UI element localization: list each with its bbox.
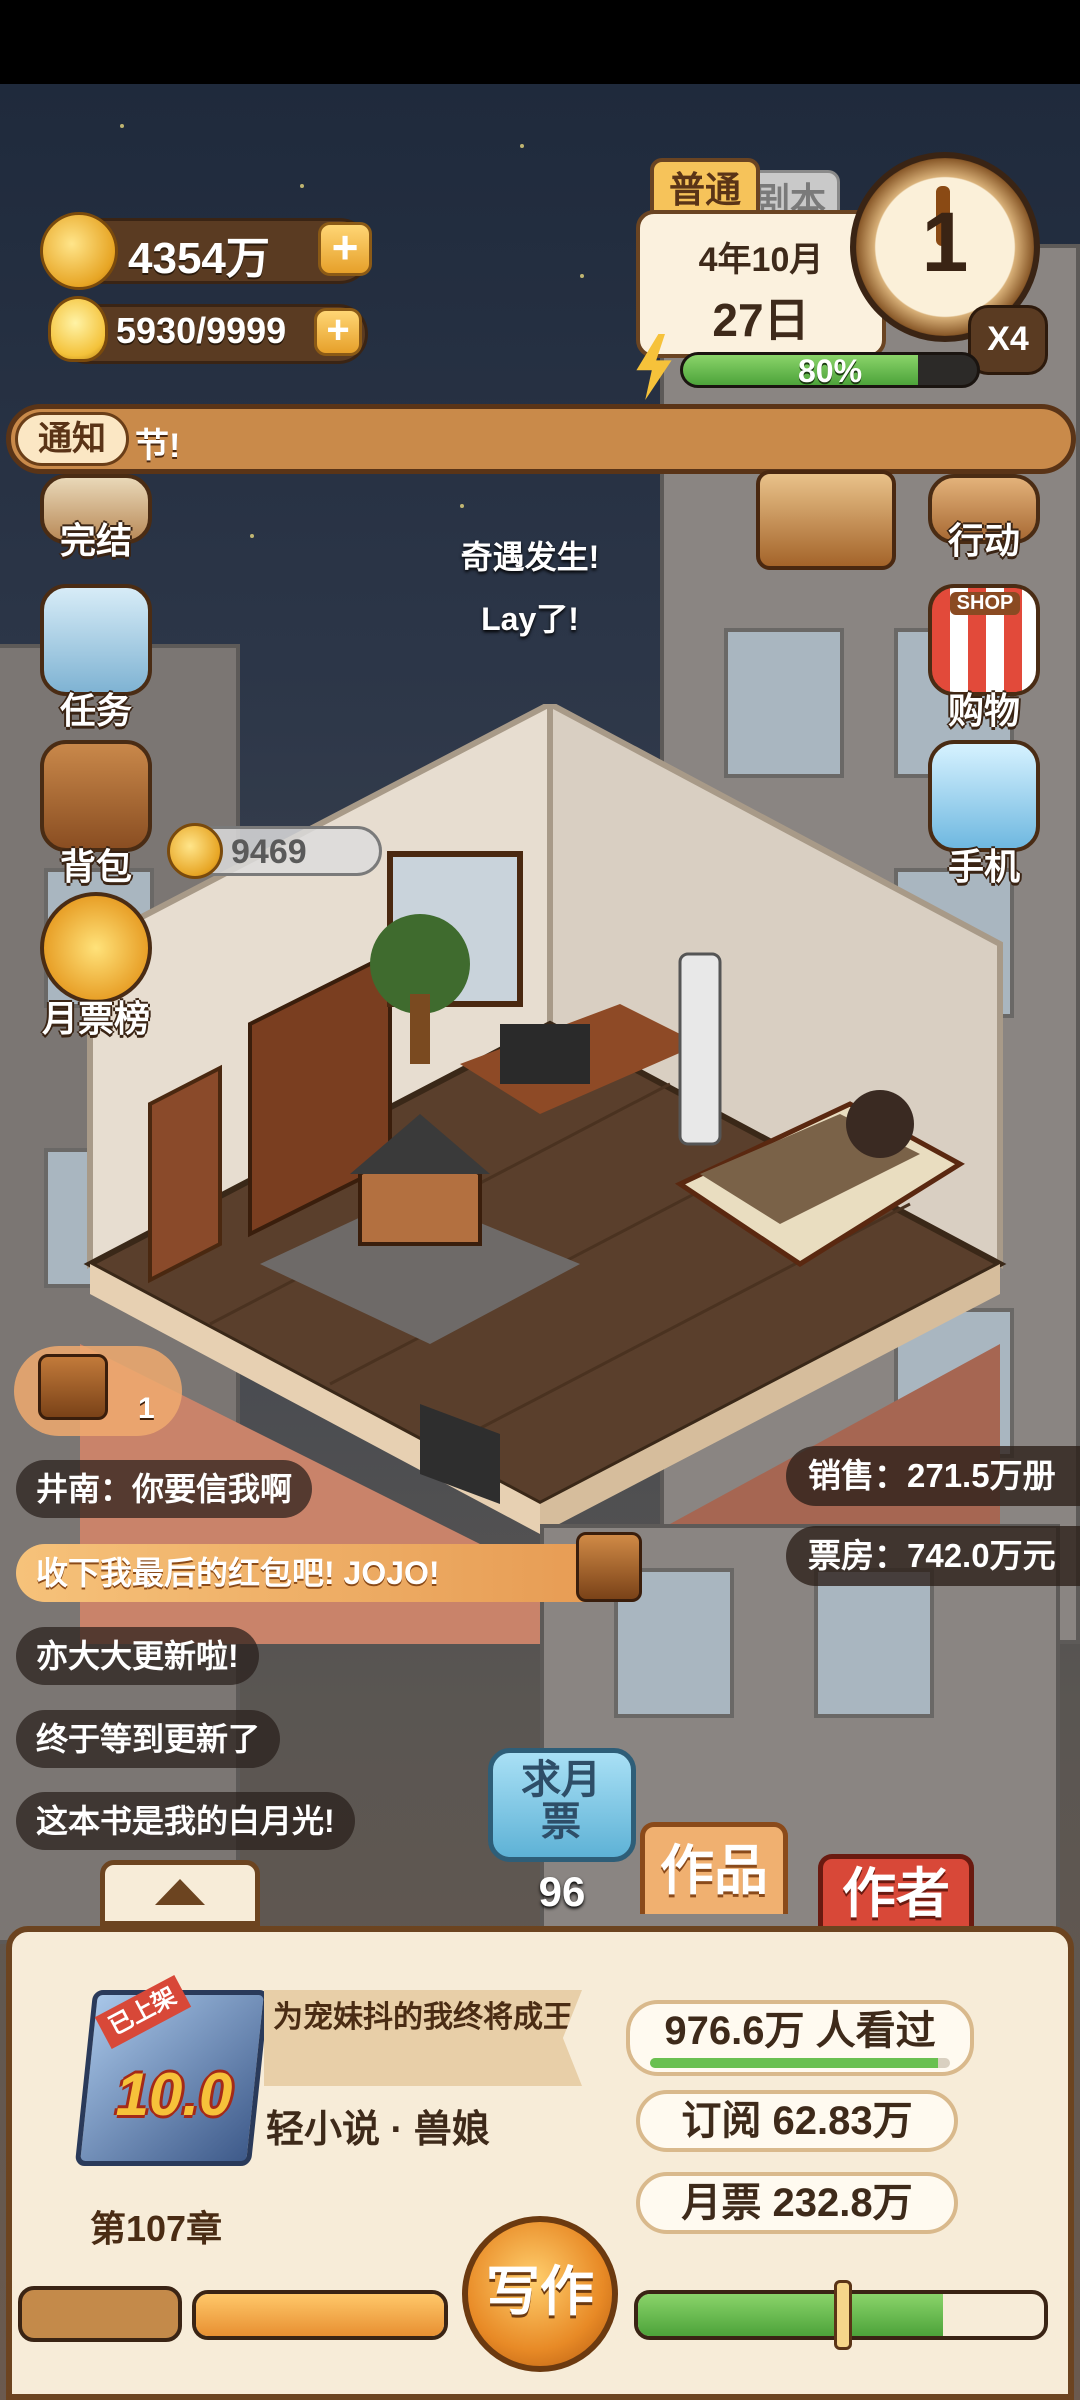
request-ticket-label: 求月票	[521, 1758, 601, 1844]
monthly-ranking-label: 月票榜	[41, 998, 150, 1039]
monthly-tickets-stat: 月票 232.8万	[636, 2172, 958, 2234]
tasks-label: 任务	[59, 690, 132, 731]
backpack-button[interactable]: 背包	[26, 740, 166, 890]
monthly-ticket-medal-icon	[40, 892, 152, 1004]
book-title: 为宠妹抖的我终将成王	[264, 1990, 582, 2086]
chat-message: 终于等到更新了	[16, 1710, 281, 1768]
request-ticket-button[interactable]: 求月票	[488, 1748, 636, 1862]
energy-progress-bar: 80%	[680, 352, 980, 388]
finished-button[interactable]: 完结	[26, 414, 166, 564]
book-rating: 10.0	[115, 2061, 233, 2128]
date-panel: 4年10月 27日	[636, 210, 886, 358]
writing-progress-fill	[196, 2294, 444, 2336]
clock-number: 1	[921, 195, 969, 289]
tab-author[interactable]: 作者	[818, 1854, 974, 1926]
action-button[interactable]: 行动	[914, 414, 1054, 564]
backpack-label: 背包	[59, 846, 132, 887]
current-month: 4年10月	[698, 241, 824, 279]
event-title: 奇遇发生!	[460, 539, 600, 575]
write-button[interactable]: 写作	[462, 2216, 618, 2372]
finished-label: 完结	[59, 520, 132, 561]
subscriptions-stat: 订阅 62.83万	[636, 2090, 958, 2152]
chevron-up-icon	[155, 1879, 205, 1905]
treasure-chest-badge[interactable]: 1	[14, 1346, 182, 1436]
backpack-coin-count: 9469	[231, 833, 307, 871]
energy-percent-label: 80%	[797, 353, 863, 388]
tab-works[interactable]: 作品	[640, 1822, 788, 1914]
task-clipboard-icon	[40, 584, 152, 696]
event-subtitle: Lay了!	[481, 601, 579, 637]
current-day: 27日	[712, 294, 810, 346]
monthly-ranking-button[interactable]: 月票榜	[26, 892, 166, 1042]
phone-label: 手机	[947, 846, 1020, 887]
ticket-count: 96	[538, 1868, 586, 1915]
chat-message-red-packet[interactable]: 收下我最后的红包吧! JOJO!	[16, 1544, 624, 1602]
tasks-button[interactable]: 任务	[26, 584, 166, 734]
shop-label: 购物	[947, 690, 1020, 731]
readers-stat: 976.6万 人看过	[626, 2000, 974, 2076]
add-gold-button[interactable]: +	[318, 222, 372, 276]
phone-button[interactable]: 手机	[914, 740, 1054, 890]
chat-message: 这本书是我的白月光!	[16, 1792, 355, 1850]
right-progress-fill	[638, 2294, 943, 2336]
coin-icon	[167, 823, 223, 879]
gold-coin-icon	[40, 212, 118, 290]
shop-sign: SHOP	[950, 592, 1020, 615]
chat-message: 亦大大更新啦!	[16, 1627, 259, 1685]
shop-icon: SHOP	[928, 584, 1040, 696]
add-energy-button[interactable]: +	[314, 308, 362, 356]
treasure-chest-icon	[38, 1354, 108, 1420]
record-player-icon[interactable]	[756, 470, 896, 570]
action-label: 行动	[947, 520, 1020, 561]
phone-icon	[928, 740, 1040, 852]
backpack-icon	[40, 740, 152, 852]
left-progress-track	[18, 2286, 182, 2342]
readers-count: 976.6万 人看过	[664, 2009, 936, 2053]
gold-amount: 4354万	[128, 234, 270, 283]
readers-progress-track	[650, 2058, 950, 2068]
box-office-stat: 票房：742.0万元	[786, 1526, 1080, 1586]
readers-progress-fill	[650, 2058, 938, 2068]
chat-message: 井南：你要信我啊	[16, 1460, 313, 1518]
speed-multiplier-button[interactable]: X4	[968, 305, 1048, 375]
book-genre: 轻小说 · 兽娘	[266, 2109, 490, 2151]
backpack-coin-badge: 9469	[167, 823, 382, 879]
scroll-up-button[interactable]	[100, 1860, 260, 1926]
sales-stat: 销售：271.5万册	[786, 1446, 1080, 1506]
energy-amount: 5930/9999	[116, 310, 287, 351]
shop-button[interactable]: SHOP 购物	[914, 584, 1054, 734]
red-packet-chest-icon[interactable]	[576, 1532, 642, 1602]
lightbulb-icon	[48, 296, 108, 362]
book-cover[interactable]: 已上架 10.0	[74, 1974, 270, 2170]
writing-progress-track	[192, 2290, 448, 2340]
progress-marker-icon	[834, 2280, 852, 2350]
treasure-chest-count: 1	[138, 1392, 155, 1425]
current-chapter: 第107章	[90, 2208, 223, 2249]
